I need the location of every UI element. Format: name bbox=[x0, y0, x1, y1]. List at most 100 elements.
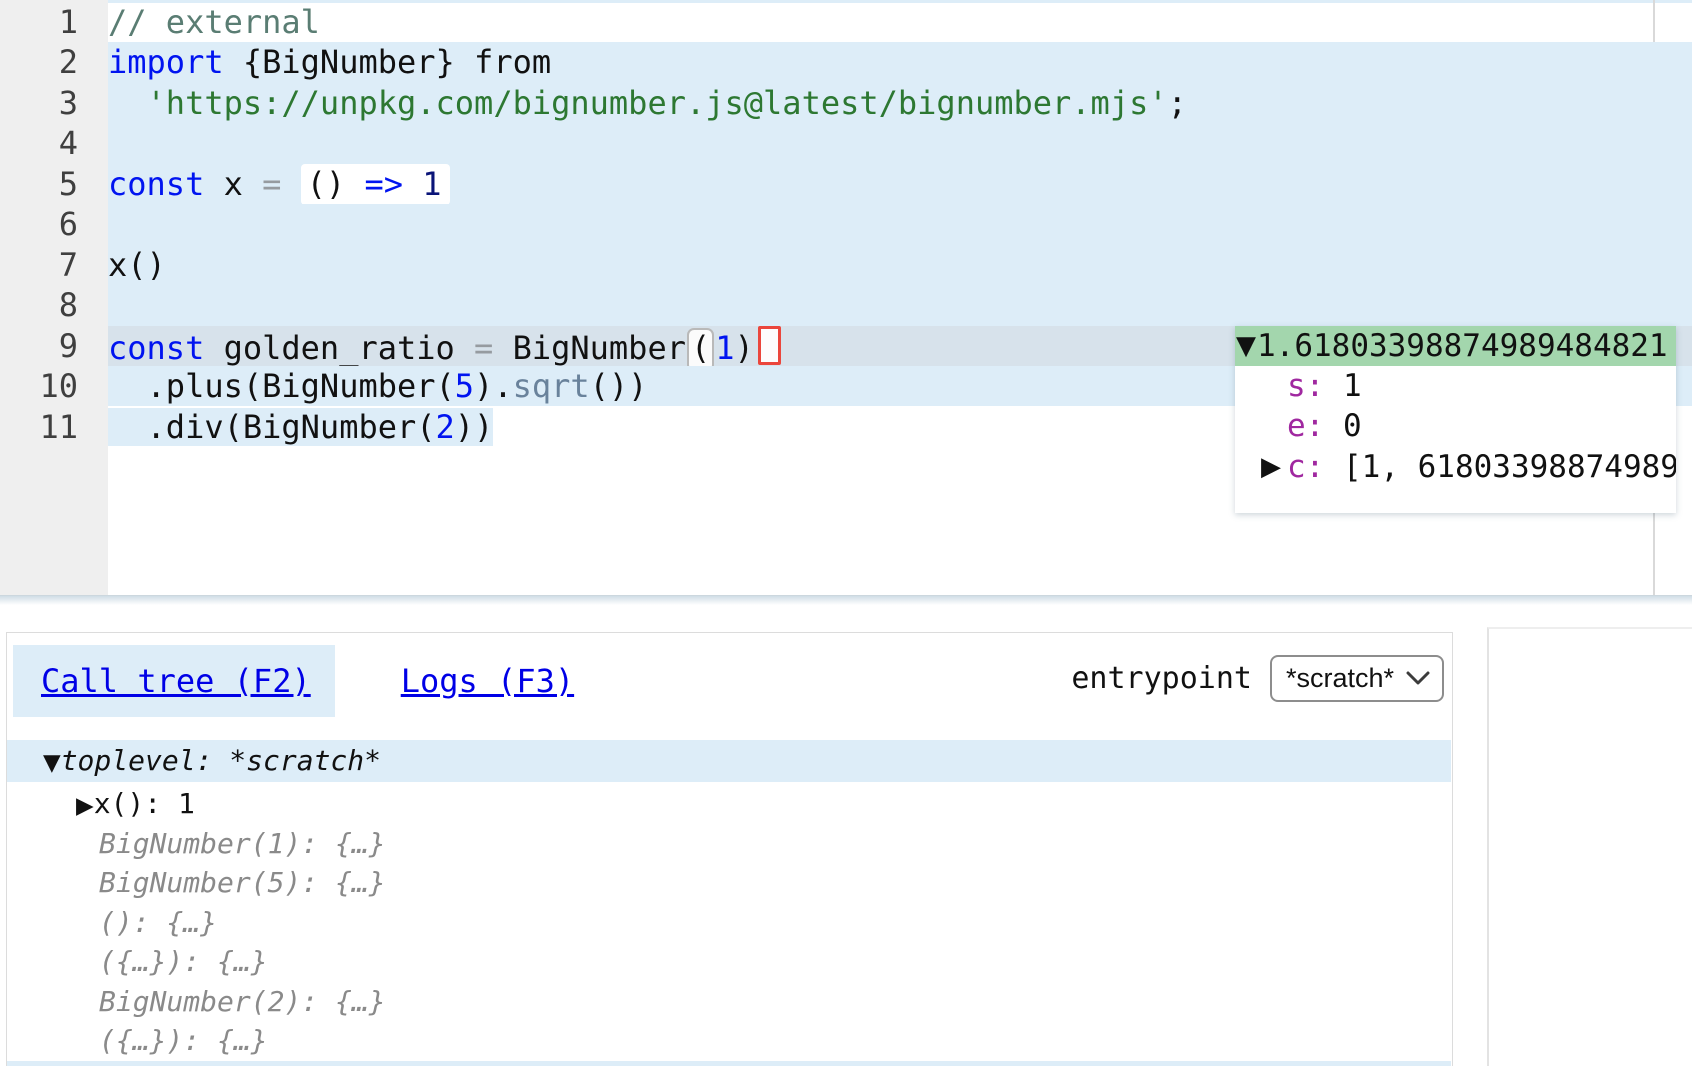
object-entry-row[interactable]: s: 1 bbox=[1235, 366, 1676, 406]
code-token: .plus(BigNumber( bbox=[108, 367, 455, 405]
tab-label[interactable]: Call tree (F2) bbox=[41, 662, 311, 700]
line-number: 5 bbox=[0, 164, 78, 204]
code-token: ). bbox=[474, 367, 513, 405]
executed-text-highlight: .div(BigNumber(2)) bbox=[108, 408, 493, 446]
function-literal-highlight: () => 1 bbox=[301, 164, 450, 205]
line-number: 3 bbox=[0, 83, 78, 123]
code-token: 5 bbox=[455, 367, 474, 405]
line-number-gutter: 1234567891011 bbox=[0, 0, 108, 595]
code-token bbox=[108, 84, 147, 122]
code-token: 1 bbox=[422, 165, 441, 203]
selected-value-row[interactable]: ▼1.61803398874989484821 bbox=[1235, 326, 1676, 366]
collapse-triangle-icon[interactable]: ▼ bbox=[1236, 326, 1256, 366]
call-tree-panel: Call tree (F2) Logs (F3) entrypoint *scra… bbox=[6, 632, 1453, 1066]
code-token bbox=[345, 165, 364, 203]
code-token: x bbox=[204, 165, 262, 203]
entrypoint-selected-value: *scratch* bbox=[1286, 663, 1394, 694]
code-token: ( bbox=[691, 329, 710, 367]
cursor bbox=[758, 326, 781, 365]
line-number: 4 bbox=[0, 123, 78, 163]
call-tree-row[interactable]: (): {…} bbox=[7, 903, 1451, 943]
code-token: ()) bbox=[590, 367, 648, 405]
call-tree-row[interactable]: ▼toplevel: *scratch* bbox=[7, 740, 1451, 782]
app-window: 1234567891011 // externalimport {BigNumb… bbox=[0, 0, 1692, 1066]
call-tree-row-label: (): {…} bbox=[99, 906, 217, 939]
line-number: 8 bbox=[0, 285, 78, 325]
object-value: 1 bbox=[1324, 368, 1361, 404]
line-number: 1 bbox=[0, 2, 78, 42]
object-entry-row[interactable]: ▶c: [1, 61803398874989 bbox=[1235, 447, 1676, 487]
call-tree-row-label: ({…}): {…} bbox=[99, 945, 268, 978]
object-value: [1, 61803398874989 bbox=[1324, 449, 1676, 485]
code-token: ) bbox=[735, 329, 754, 367]
object-value: 0 bbox=[1324, 408, 1361, 444]
call-tree-partial-row bbox=[7, 1061, 1451, 1066]
code-line[interactable] bbox=[108, 123, 1692, 163]
call-tree-row[interactable]: BigNumber(5): {…} bbox=[7, 863, 1451, 903]
line-number: 10 bbox=[0, 366, 78, 406]
line-number: 11 bbox=[0, 407, 78, 447]
call-tree-row[interactable]: ({…}): {…} bbox=[7, 1021, 1451, 1061]
panel-tabs: Call tree (F2) Logs (F3) bbox=[13, 645, 598, 717]
code-line[interactable] bbox=[108, 285, 1692, 325]
line-number: 9 bbox=[0, 326, 78, 366]
code-token: const bbox=[108, 165, 204, 203]
code-line[interactable]: import {BigNumber} from bbox=[108, 42, 1692, 82]
code-token: => bbox=[364, 165, 403, 203]
code-token bbox=[403, 165, 422, 203]
code-token: sqrt bbox=[513, 367, 590, 405]
code-token: golden_ratio bbox=[204, 329, 474, 367]
code-token: )) bbox=[455, 408, 494, 446]
code-token: 'https://unpkg.com/bignumber.js@latest/b… bbox=[147, 84, 1168, 122]
code-token: ; bbox=[1168, 84, 1187, 122]
code-token: x() bbox=[108, 246, 166, 284]
object-key: c: bbox=[1287, 449, 1324, 485]
code-token: 1 bbox=[715, 329, 734, 367]
call-tree-row-label: BigNumber(2): {…} bbox=[99, 985, 386, 1018]
expand-triangle-icon[interactable]: ▶ bbox=[1261, 447, 1281, 487]
object-key: e: bbox=[1287, 408, 1324, 444]
code-line[interactable]: // external bbox=[108, 2, 1692, 42]
bracket-match-highlight: ( bbox=[687, 328, 714, 372]
code-token: import bbox=[108, 43, 224, 81]
expand-triangle-icon[interactable]: ▶ bbox=[76, 793, 94, 819]
code-token bbox=[281, 165, 300, 203]
call-tree-row[interactable]: ▶x(): 1 bbox=[7, 784, 1451, 824]
code-token: BigNumber bbox=[493, 329, 686, 367]
code-line[interactable] bbox=[108, 204, 1692, 244]
entrypoint-group: entrypoint *scratch* bbox=[1071, 655, 1444, 702]
call-tree-row-label: BigNumber(5): {…} bbox=[99, 866, 386, 899]
code-token: = bbox=[262, 165, 281, 203]
tab-logs[interactable]: Logs (F3) bbox=[373, 645, 598, 717]
call-tree-row-label: toplevel: *scratch* bbox=[61, 744, 381, 777]
code-token: {BigNumber} from bbox=[224, 43, 552, 81]
call-tree-row[interactable]: BigNumber(1): {…} bbox=[7, 824, 1451, 864]
tab-label[interactable]: Logs (F3) bbox=[401, 662, 574, 700]
chevron-down-icon bbox=[1406, 671, 1430, 686]
call-tree-row[interactable]: ({…}): {…} bbox=[7, 942, 1451, 982]
object-key: s: bbox=[1287, 368, 1324, 404]
code-line[interactable]: const x = () => 1 bbox=[108, 164, 1692, 204]
code-token: const bbox=[108, 329, 204, 367]
code-token: // external bbox=[108, 3, 320, 41]
line-number: 7 bbox=[0, 245, 78, 285]
line-number: 6 bbox=[0, 204, 78, 244]
code-line[interactable]: x() bbox=[108, 245, 1692, 285]
code-line[interactable]: 'https://unpkg.com/bignumber.js@latest/b… bbox=[108, 83, 1692, 123]
editor-bottom-shadow bbox=[0, 596, 1692, 605]
call-tree-row-label: BigNumber(1): {…} bbox=[99, 827, 386, 860]
code-editor[interactable]: 1234567891011 // externalimport {BigNumb… bbox=[0, 0, 1692, 596]
call-tree-row-label: ({…}): {…} bbox=[99, 1024, 268, 1057]
call-tree-row[interactable]: BigNumber(2): {…} bbox=[7, 982, 1451, 1022]
object-entry-row[interactable]: e: 0 bbox=[1235, 406, 1676, 446]
collapse-triangle-icon[interactable]: ▼ bbox=[43, 750, 61, 776]
tab-call-tree[interactable]: Call tree (F2) bbox=[13, 645, 335, 717]
code-token: .div(BigNumber( bbox=[108, 408, 436, 446]
code-token: = bbox=[474, 329, 493, 367]
call-tree-row-label: x(): 1 bbox=[94, 787, 195, 820]
details-pane bbox=[1487, 627, 1692, 1066]
entrypoint-label: entrypoint bbox=[1071, 661, 1252, 696]
code-token: 2 bbox=[436, 408, 455, 446]
entrypoint-select[interactable]: *scratch* bbox=[1270, 655, 1444, 702]
value-explorer-popup: ▼1.61803398874989484821s: 1e: 0▶c: [1, 6… bbox=[1235, 326, 1676, 513]
